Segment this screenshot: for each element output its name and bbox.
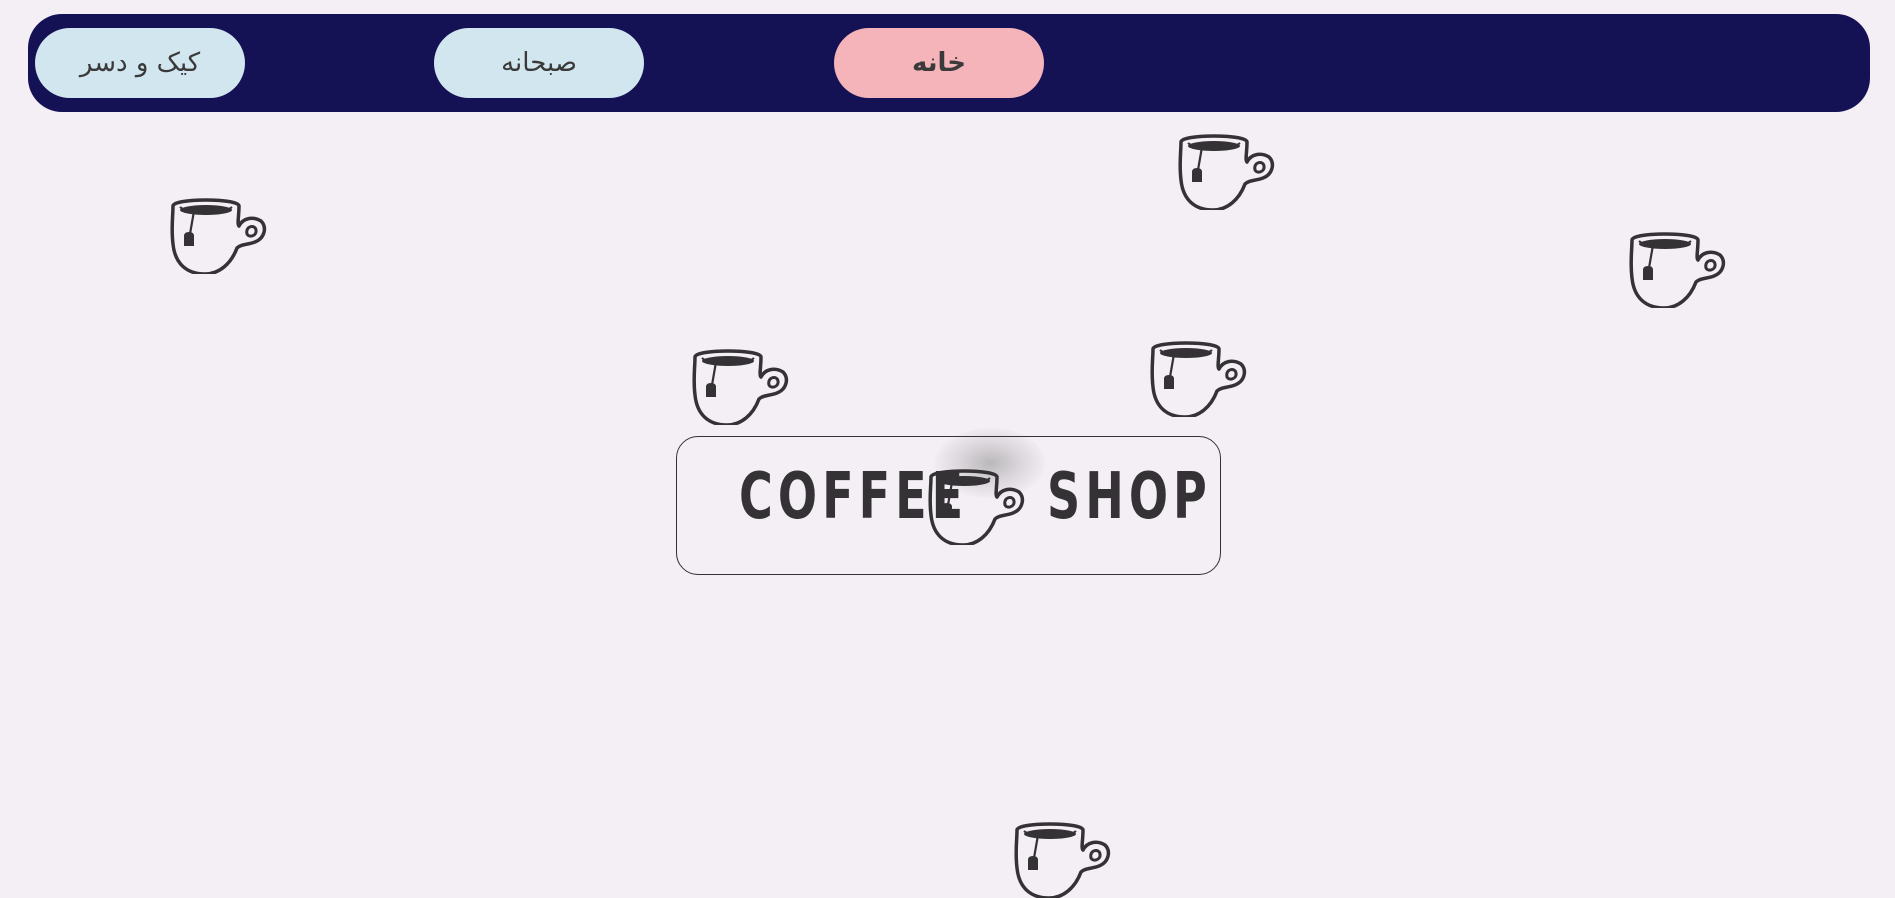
- nav-button-breakfast[interactable]: صبحانه: [434, 28, 644, 98]
- logo-word-shop: SHOP: [1047, 460, 1212, 534]
- main-navbar: کیک و دسر صبحانه خانه: [28, 14, 1870, 112]
- tea-cup-icon: [1147, 337, 1247, 417]
- tea-cup-icon: [1011, 818, 1111, 898]
- tea-cup-icon: [1626, 228, 1726, 308]
- tea-cup-icon: [1175, 130, 1275, 210]
- nav-button-cake-dessert[interactable]: کیک و دسر: [35, 28, 245, 98]
- tea-cup-icon: [167, 194, 267, 274]
- tea-cup-icon: [689, 345, 789, 425]
- nav-button-home[interactable]: خانه: [834, 28, 1044, 98]
- tea-cup-icon: [925, 465, 1025, 545]
- coffee-shop-logo: COFFEE SHOP: [676, 436, 1221, 575]
